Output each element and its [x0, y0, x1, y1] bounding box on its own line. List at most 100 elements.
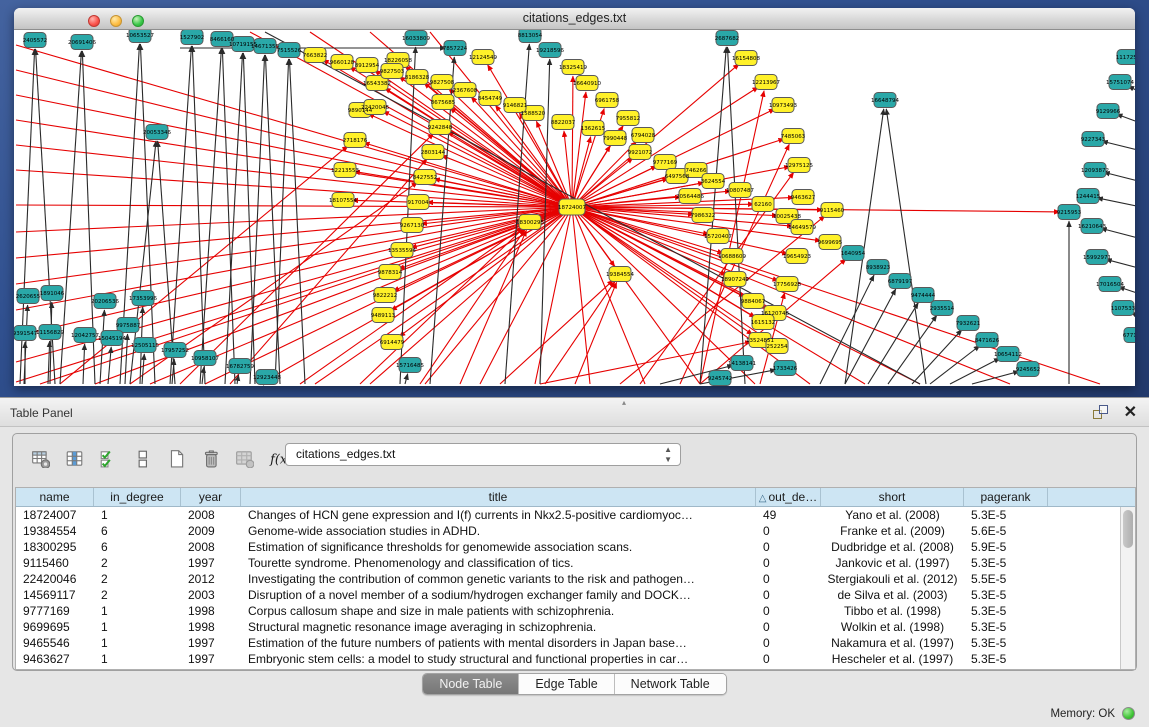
graph-node-label: 10654112 — [994, 352, 1022, 358]
column-settings-icon[interactable] — [27, 445, 53, 471]
cell-name: 9115460 — [16, 555, 94, 571]
graph-node-label: 1527902 — [180, 35, 205, 41]
column-header-pagerank[interactable]: pagerank — [964, 488, 1048, 506]
graph-node-label: 15992971 — [1083, 255, 1111, 261]
graph-node-label: 11156829 — [36, 330, 64, 336]
cell-name: 14569117 — [16, 587, 94, 603]
table-selector-dropdown[interactable]: citations_edges.txt ▲▼ — [285, 443, 681, 466]
network-canvas[interactable]: 2405572206914061065352715279028466160107… — [14, 30, 1135, 386]
tab-edge-table[interactable]: Edge Table — [519, 674, 614, 694]
cell-title: Changes of HCN gene expression and I(f) … — [241, 507, 756, 523]
network-window-title: citations_edges.txt — [14, 11, 1135, 25]
cell-name: 9777169 — [16, 603, 94, 619]
cell-title: Investigating the contribution of common… — [241, 571, 756, 587]
cell-year: 2009 — [181, 523, 241, 539]
column-header-out_de[interactable]: △out_de… — [756, 488, 821, 506]
graph-node-label: 15751074 — [1106, 80, 1134, 86]
graph-node-label: 19384554 — [606, 272, 634, 278]
graph-node-label: 9489113 — [371, 313, 396, 319]
delete-table-icon[interactable] — [231, 445, 257, 471]
cell-pagerank: 5.5E-5 — [964, 571, 1048, 587]
graph-node-label: 10958107 — [191, 356, 219, 362]
graph-node-label: 8427552 — [413, 175, 438, 181]
graph-node-label: 18107554 — [329, 198, 357, 204]
cell-year: 1997 — [181, 635, 241, 651]
vertical-scrollbar[interactable] — [1120, 507, 1135, 669]
graph-node-label: 12505115 — [131, 343, 159, 349]
show-columns-icon[interactable] — [61, 445, 87, 471]
cell-pagerank: 5.6E-5 — [964, 523, 1048, 539]
graph-node-label: 8454749 — [478, 96, 503, 102]
table-row[interactable]: 911546021997Tourette syndrome. Phenomeno… — [16, 555, 1135, 571]
memory-ok-indicator-icon[interactable] — [1122, 707, 1135, 720]
table-row[interactable]: 969969511998Structural magnetic resonanc… — [16, 619, 1135, 635]
table-toolbar: f(x) — [27, 440, 291, 476]
table-row[interactable]: 1456911722003Disruption of a novel membe… — [16, 587, 1135, 603]
graph-node-label: 7932621 — [956, 321, 981, 327]
column-header-short[interactable]: short — [821, 488, 964, 506]
tab-node-table[interactable]: Node Table — [423, 674, 519, 694]
graph-node-label: 2620655 — [16, 294, 41, 300]
graph-node-label: 17353996 — [129, 296, 157, 302]
cell-pagerank: 5.9E-5 — [964, 539, 1048, 555]
graph-node-label: 18907249 — [721, 277, 749, 283]
cell-year: 2012 — [181, 571, 241, 587]
graph-node-label: 6914479 — [380, 340, 405, 346]
graph-node-label: 9660128 — [330, 60, 355, 66]
graph-node-label: 1733426 — [773, 366, 798, 372]
delete-column-icon[interactable] — [197, 445, 223, 471]
column-header-title[interactable]: title — [241, 488, 756, 506]
table-row[interactable]: 1938455462009Genome-wide association stu… — [16, 523, 1135, 539]
cell-in_degree: 1 — [94, 603, 181, 619]
row-height-icon[interactable] — [129, 445, 155, 471]
network-view-window[interactable]: citations_edges.txt 24055722069140610653… — [14, 8, 1135, 386]
create-column-icon[interactable] — [163, 445, 189, 471]
column-header-name[interactable]: name — [16, 488, 94, 506]
tab-network-table[interactable]: Network Table — [615, 674, 726, 694]
network-desktop: citations_edges.txt 24055722069140610653… — [0, 0, 1149, 397]
cell-out_de: 49 — [756, 507, 821, 523]
scrollbar-thumb[interactable] — [1123, 510, 1133, 548]
graph-node-label: 6879197 — [888, 279, 913, 285]
cell-pagerank: 5.3E-5 — [964, 555, 1048, 571]
graph-node-label: 9391547 — [14, 331, 38, 337]
column-header-year[interactable]: year — [181, 488, 241, 506]
table-row[interactable]: 2242004622012Investigating the contribut… — [16, 571, 1135, 587]
network-window-titlebar[interactable]: citations_edges.txt — [14, 8, 1135, 30]
table-row[interactable]: 946554611997Estimation of the future num… — [16, 635, 1135, 651]
cell-title: Genome-wide association studies in ADHD. — [241, 523, 756, 539]
close-panel-icon[interactable]: ✕ — [1124, 402, 1137, 422]
table-row[interactable]: 946362711997Embryonic stem cells: a mode… — [16, 651, 1135, 667]
graph-node-label: 2405572 — [23, 38, 48, 44]
cytoscape-app: citations_edges.txt 24055722069140610653… — [0, 0, 1149, 727]
table-row[interactable]: 1872400712008Changes of HCN gene express… — [16, 507, 1135, 523]
graph-node-label: 1588520 — [521, 111, 546, 117]
select-visible-icon[interactable] — [95, 445, 121, 471]
cell-in_degree: 1 — [94, 651, 181, 667]
graph-node-label: 12093872 — [1081, 168, 1109, 174]
table-tabbar: Node TableEdge TableNetwork Table — [0, 673, 1149, 697]
graph-node-label: 8912954 — [355, 63, 380, 69]
graph-node-label: 9777169 — [653, 160, 678, 166]
splitter-handle[interactable]: ▴ — [622, 398, 626, 407]
table-row[interactable]: 977716911998Corpus callosum shape and si… — [16, 603, 1135, 619]
table-panel-header: Table Panel ✕ — [0, 397, 1149, 427]
cell-short: Yano et al. (2008) — [821, 507, 964, 523]
citation-graph[interactable]: 2405572206914061065352715279028466160107… — [14, 30, 1135, 386]
column-header-in_degree[interactable]: in_degree — [94, 488, 181, 506]
table-header-row: namein_degreeyeartitle△out_de…shortpager… — [16, 488, 1135, 507]
graph-node-label: 6794028 — [631, 133, 656, 139]
graph-node-label: 9878314 — [378, 270, 403, 276]
graph-node-label: 16543382 — [363, 81, 391, 87]
cell-year: 1997 — [181, 651, 241, 667]
graph-node-label: 9242848 — [428, 125, 453, 131]
graph-node-label: 14649579 — [788, 225, 816, 231]
float-panel-icon[interactable] — [1093, 405, 1109, 421]
table-body: 1872400712008Changes of HCN gene express… — [16, 507, 1135, 667]
table-row[interactable]: 1830029562008Estimation of significance … — [16, 539, 1135, 555]
graph-node-label: 10653527 — [126, 33, 154, 39]
graph-node-label: 10973493 — [769, 103, 797, 109]
graph-node-label: 917004 — [408, 200, 429, 206]
cell-year: 1998 — [181, 619, 241, 635]
graph-node-label: 18226058 — [384, 58, 412, 64]
